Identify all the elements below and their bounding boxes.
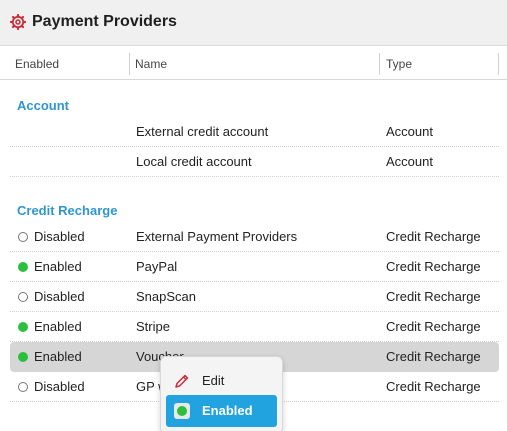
row-status: Enabled — [18, 259, 82, 274]
section-account-title: Account — [17, 98, 69, 113]
row-status: Enabled — [18, 349, 82, 364]
table-row[interactable]: External credit account Account — [10, 117, 499, 147]
row-status: Disabled — [18, 229, 85, 244]
pencil-icon — [175, 374, 189, 388]
edit-menu-item[interactable]: Edit — [166, 365, 277, 397]
row-type: Credit Recharge — [386, 229, 481, 244]
column-divider[interactable] — [379, 53, 380, 75]
row-type: Credit Recharge — [386, 289, 481, 304]
enabled-status-icon — [18, 352, 28, 362]
table-row[interactable]: Enabled Stripe Credit Recharge — [10, 312, 499, 342]
disabled-status-icon — [18, 232, 28, 242]
row-status: Disabled — [18, 289, 85, 304]
row-type: Account — [386, 124, 433, 139]
disabled-status-icon — [18, 382, 28, 392]
row-name: PayPal — [136, 259, 178, 274]
enabled-label: Enabled — [202, 403, 253, 418]
title-bar: Payment Providers — [0, 0, 507, 46]
edit-label: Edit — [202, 373, 225, 388]
row-name: Local credit account — [136, 154, 252, 169]
gear-icon — [10, 14, 26, 30]
enabled-menu-item[interactable]: Enabled — [166, 395, 277, 427]
page-title: Payment Providers — [32, 13, 177, 30]
column-name[interactable]: Name — [135, 57, 167, 71]
row-type: Credit Recharge — [386, 319, 481, 334]
column-divider[interactable] — [129, 53, 130, 75]
enabled-status-icon — [174, 403, 190, 419]
row-type: Credit Recharge — [386, 349, 481, 364]
context-menu: Edit Enabled — [160, 356, 283, 431]
row-status: Disabled — [18, 379, 85, 394]
column-enabled[interactable]: Enabled — [15, 57, 59, 71]
table-row[interactable]: Local credit account Account — [10, 147, 499, 177]
enabled-status-icon — [18, 262, 28, 272]
column-header: Enabled Name Type — [0, 50, 507, 80]
row-type: Credit Recharge — [386, 379, 481, 394]
disabled-status-icon — [18, 292, 28, 302]
row-name: External Payment Providers — [136, 229, 298, 244]
table-row[interactable]: Disabled SnapScan Credit Recharge — [10, 282, 499, 312]
table-row[interactable]: Disabled External Payment Providers Cred… — [10, 222, 499, 252]
column-divider[interactable] — [498, 53, 499, 75]
row-type: Credit Recharge — [386, 259, 481, 274]
enabled-status-icon — [18, 322, 28, 332]
row-name: External credit account — [136, 124, 269, 139]
row-name: Stripe — [136, 319, 170, 334]
section-credit-recharge-title: Credit Recharge — [17, 203, 118, 218]
row-status: Enabled — [18, 319, 82, 334]
row-type: Account — [386, 154, 433, 169]
row-name: SnapScan — [136, 289, 196, 304]
column-type[interactable]: Type — [386, 57, 412, 71]
table-row[interactable]: Enabled PayPal Credit Recharge — [10, 252, 499, 282]
